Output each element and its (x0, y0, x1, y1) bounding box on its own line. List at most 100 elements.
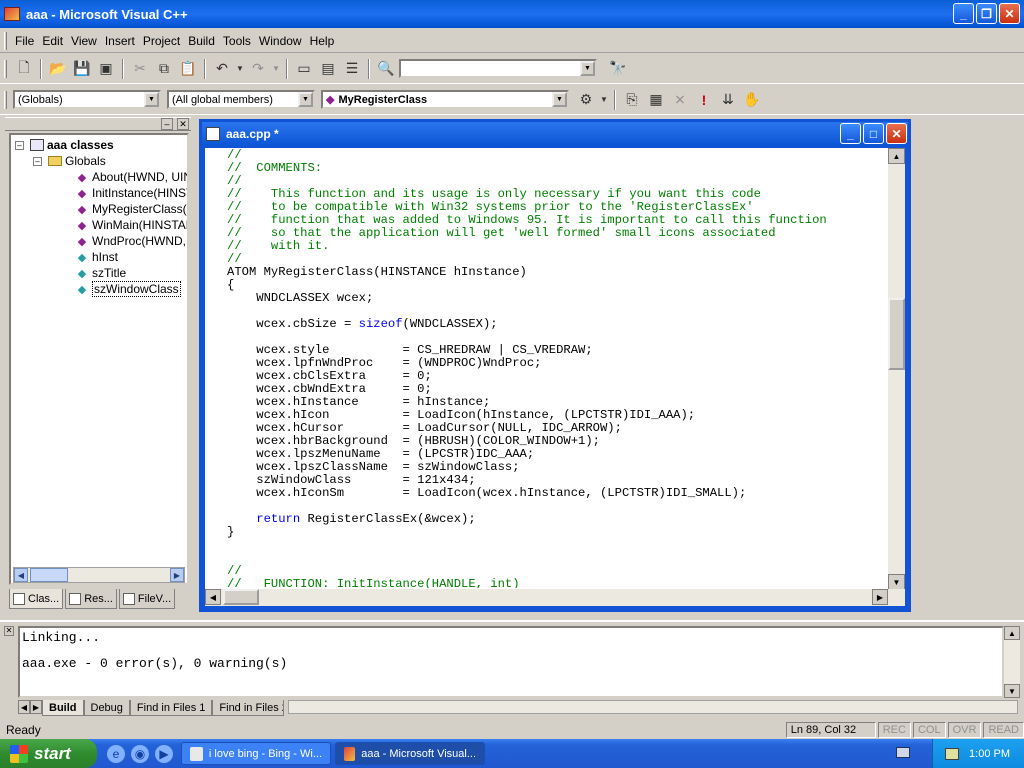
scroll-right-icon[interactable]: ▶ (170, 568, 184, 582)
chevron-down-icon[interactable]: ▼ (580, 61, 595, 76)
restore-button[interactable]: ❐ (976, 3, 997, 24)
tab-find-in-files-2[interactable]: Find in Files 2 (212, 700, 285, 716)
open-folder-icon[interactable]: 📂 (47, 58, 69, 80)
doc-maximize-button[interactable]: □ (863, 123, 884, 144)
menu-tools[interactable]: Tools (219, 34, 255, 48)
find-combo[interactable]: ▼ (399, 59, 597, 78)
redo-icon[interactable]: ↷ (247, 58, 269, 80)
scroll-left-icon[interactable]: ◀ (205, 589, 221, 605)
document-icon[interactable] (206, 127, 220, 141)
find-icon[interactable]: 🔭 (607, 58, 629, 80)
menu-file[interactable]: File (11, 34, 38, 48)
collapse-icon[interactable]: – (33, 156, 42, 166)
tree-root[interactable]: – aaa classes (15, 137, 114, 153)
doc-close-button[interactable]: ✕ (886, 123, 907, 144)
copy-icon[interactable]: ⧉ (153, 58, 175, 80)
compile-icon[interactable]: ⎘ (621, 89, 643, 111)
build-icon[interactable]: ▦ (645, 89, 667, 111)
stop-build-icon[interactable]: ⨯ (669, 89, 691, 111)
output-panel-header[interactable]: ✕ (2, 626, 16, 656)
tree-item[interactable]: ◆ WndProc(HWND, (75, 233, 186, 249)
function-combo[interactable]: ◆ MyRegisterClass ▼ (321, 90, 569, 109)
code-line[interactable]: wcex.cbSize = sizeof(WNDCLASSEX); (227, 318, 887, 331)
chevron-down-icon[interactable]: ▼ (552, 92, 567, 107)
tab-find-in-files-1[interactable]: Find in Files 1 (129, 700, 213, 716)
close-button[interactable]: ✕ (999, 3, 1020, 24)
menu-project[interactable]: Project (139, 34, 184, 48)
redo-dropdown-icon[interactable]: ▼ (271, 58, 281, 80)
scope-combo[interactable]: (Globals) ▼ (13, 90, 161, 109)
code-line[interactable]: // COMMENTS: (227, 162, 887, 175)
chevron-down-icon[interactable]: ▼ (144, 92, 159, 107)
doc-minimize-button[interactable]: _ (840, 123, 861, 144)
menu-insert[interactable]: Insert (101, 34, 139, 48)
code-text[interactable]: //// COMMENTS://// This function and its… (227, 148, 887, 589)
tab-debug[interactable]: Debug (83, 700, 130, 716)
tree-item[interactable]: ◆ InitInstance(HINST (75, 185, 187, 201)
panel-close-icon[interactable]: ✕ (177, 118, 189, 130)
go-icon[interactable]: ⇊ (717, 89, 739, 111)
tree-item[interactable]: ◆ About(HWND, UIN (75, 169, 187, 185)
menu-edit[interactable]: Edit (38, 34, 67, 48)
document-title-bar[interactable]: aaa.cpp * _ □ ✕ (202, 122, 908, 146)
undo-dropdown-icon[interactable]: ▼ (235, 58, 245, 80)
code-line[interactable]: // FUNCTION: InitInstance(HANDLE, int) (227, 578, 887, 589)
breakpoint-hand-icon[interactable]: ✋ (741, 89, 763, 111)
media-icon[interactable]: ◉ (131, 744, 149, 763)
save-icon[interactable]: 💾 (71, 58, 93, 80)
menu-view[interactable]: View (67, 34, 101, 48)
menu-build[interactable]: Build (184, 34, 219, 48)
new-file-icon[interactable]: 🗋 (13, 58, 35, 80)
execute-icon[interactable]: ! (693, 89, 715, 111)
wizard-dropdown-icon[interactable]: ▼ (599, 89, 609, 111)
code-line[interactable]: return RegisterClassEx(&wcex); (227, 513, 887, 526)
code-line[interactable]: } (227, 526, 887, 539)
undo-icon[interactable]: ↶ (211, 58, 233, 80)
output-window-icon[interactable]: ▤ (317, 58, 339, 80)
chevron-down-icon[interactable]: ▼ (298, 92, 313, 107)
class-tree-hscrollbar[interactable]: ◀ ▶ (13, 567, 185, 583)
code-line[interactable]: wcex.hIconSm = LoadIcon(wcex.hInstance, … (227, 487, 887, 500)
tab-next-icon[interactable]: ▶ (30, 700, 42, 714)
minimize-button[interactable]: _ (953, 3, 974, 24)
output-text[interactable]: Linking... aaa.exe - 0 error(s), 0 warnin… (18, 626, 1004, 698)
panel-close-icon[interactable]: ✕ (4, 626, 14, 636)
scroll-up-icon[interactable]: ▲ (888, 148, 905, 164)
scroll-up-icon[interactable]: ▲ (1004, 626, 1020, 640)
members-combo[interactable]: (All global members) ▼ (167, 90, 315, 109)
tree-item[interactable]: ◆ hInst (75, 249, 118, 265)
save-all-icon[interactable]: ▣ (95, 58, 117, 80)
tab-build[interactable]: Build (42, 700, 84, 716)
tree-item[interactable]: ◆ MyRegisterClass(H (75, 201, 187, 217)
output-vscrollbar[interactable]: ▲ ▼ (1004, 626, 1020, 698)
collapse-icon[interactable]: – (15, 140, 24, 150)
editor-hscrollbar[interactable]: ◀ ▶ (205, 589, 905, 606)
code-line[interactable]: // (227, 149, 887, 162)
menu-window[interactable]: Window (255, 34, 306, 48)
scroll-thumb[interactable] (223, 589, 259, 605)
workspace-icon[interactable]: ▭ (293, 58, 315, 80)
keyboard-icon[interactable] (896, 747, 910, 758)
start-button[interactable]: start (0, 739, 97, 768)
tree-item[interactable]: ◆ WinMain(HINSTAN (75, 217, 187, 233)
internet-explorer-icon[interactable]: e (107, 744, 125, 763)
app-icon[interactable] (4, 7, 20, 21)
code-line[interactable] (227, 539, 887, 552)
tab-classview[interactable]: Clas... (9, 589, 64, 609)
paste-icon[interactable]: 📋 (177, 58, 199, 80)
title-bar[interactable]: aaa - Microsoft Visual C++ _ ❐ ✕ (0, 0, 1024, 28)
tab-resourceview[interactable]: Res... (65, 589, 117, 609)
class-tree[interactable]: – aaa classes – Globals ◆ About(HWND, UI… (9, 133, 189, 585)
scroll-thumb[interactable] (888, 298, 905, 370)
menu-help[interactable]: Help (306, 34, 339, 48)
scroll-left-icon[interactable]: ◀ (14, 568, 28, 582)
panel-dock-icon[interactable]: – (161, 118, 173, 130)
scroll-thumb[interactable] (30, 568, 68, 582)
menu-grip[interactable] (4, 31, 7, 50)
tree-item[interactable]: ◆ szWindowClass (75, 281, 181, 297)
find-in-files-icon[interactable]: 🔍 (375, 58, 397, 80)
taskbar-item-visual-cpp[interactable]: aaa - Microsoft Visual... (335, 742, 485, 765)
scroll-down-icon[interactable]: ▼ (888, 574, 905, 590)
scroll-right-icon[interactable]: ▶ (872, 589, 888, 605)
toolbar-grip[interactable] (4, 59, 7, 78)
